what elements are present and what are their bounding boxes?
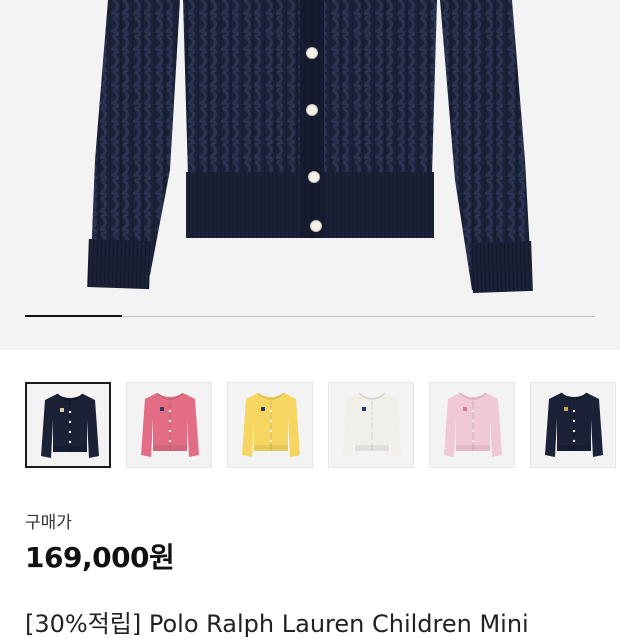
thumb-pink[interactable]: [126, 382, 212, 468]
thumb-white[interactable]: [328, 382, 414, 468]
cardigan-thumbnail-image: [545, 392, 603, 457]
thumb-navy-alt[interactable]: [530, 382, 616, 468]
cardigan-image: [87, 0, 533, 294]
cardigan-thumbnail-image: [343, 392, 401, 457]
thumb-yellow[interactable]: [227, 382, 313, 468]
thumbnail-strip[interactable]: [0, 382, 620, 470]
thumb-light-pink[interactable]: [429, 382, 515, 468]
cardigan-thumbnail-image: [242, 392, 300, 457]
cardigan-thumbnail-image: [141, 392, 199, 457]
product-image-gallery[interactable]: [0, 0, 620, 350]
price-label: 구매가: [25, 513, 72, 533]
cardigan-thumbnail-image: [444, 392, 502, 457]
thumb-navy[interactable]: [25, 382, 111, 468]
gallery-progress-bar: [25, 315, 595, 317]
gallery-progress-indicator: [25, 315, 122, 317]
product-price: 169,000원: [25, 541, 175, 574]
product-title: [30%적립] Polo Ralph Lauren Children Mini: [25, 610, 529, 638]
cardigan-thumbnail-image: [41, 393, 99, 458]
